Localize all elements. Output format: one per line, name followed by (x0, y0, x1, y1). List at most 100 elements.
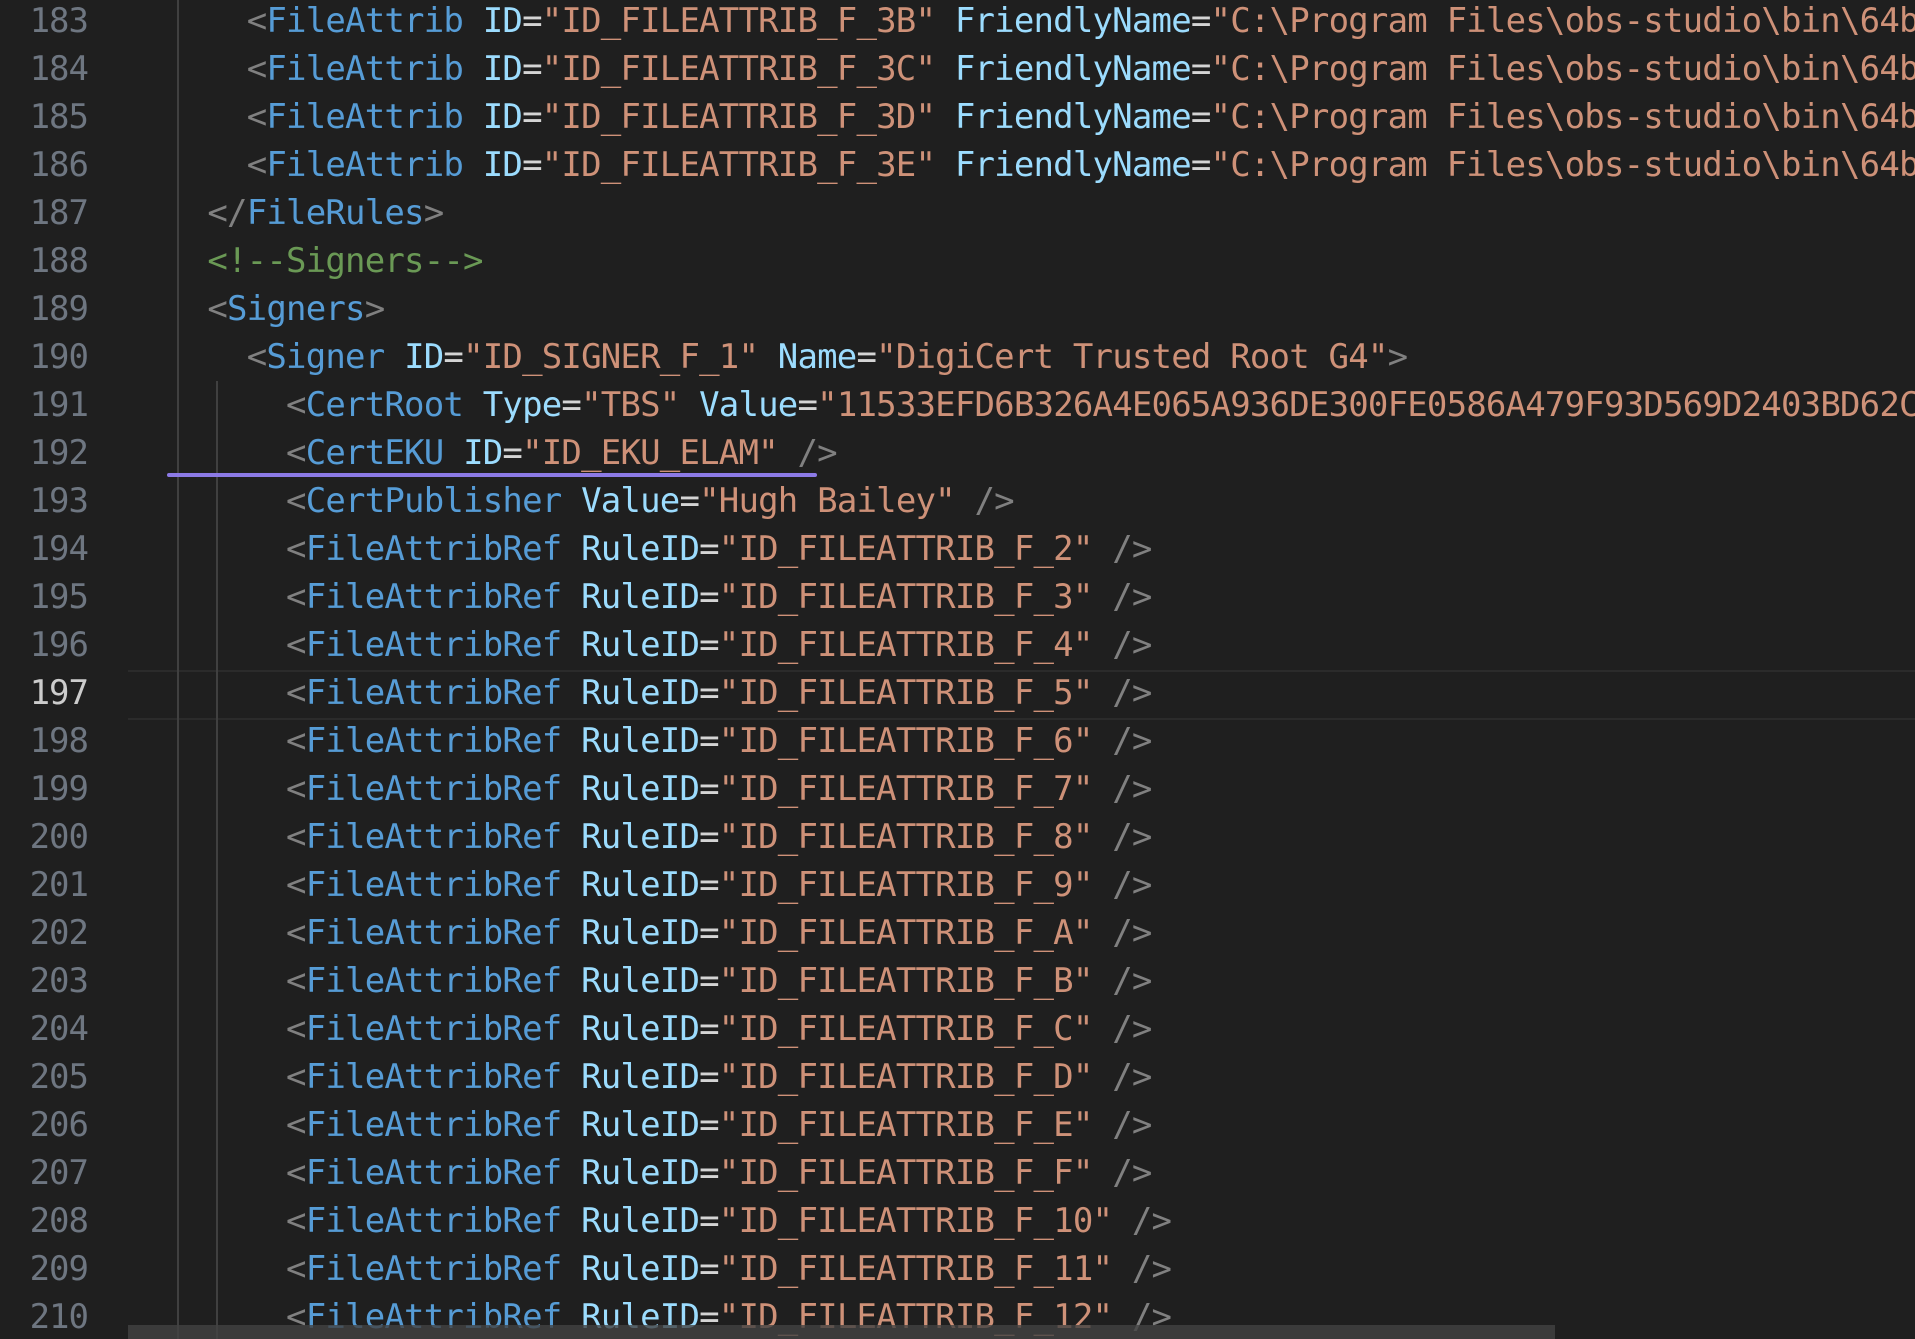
code-punctuation: < (286, 1105, 306, 1145)
code-attribute-name: Name (777, 337, 857, 377)
code-punctuation: < (286, 1009, 306, 1049)
code-punctuation: < (286, 433, 306, 473)
code-line[interactable]: <Signer ID="ID_SIGNER_F_1" Name="DigiCer… (168, 333, 1408, 381)
code-line[interactable]: <FileAttrib ID="ID_FILEATTRIB_F_3E" Frie… (168, 141, 1915, 189)
code-line[interactable]: <FileAttribRef RuleID="ID_FILEATTRIB_F_7… (168, 765, 1152, 813)
code-text-area[interactable]: <FileAttrib ID="ID_FILEATTRIB_F_3B" Frie… (0, 0, 1915, 1339)
code-attribute-name: ID (463, 433, 503, 473)
code-line[interactable]: <CertPublisher Value="Hugh Bailey" /> (168, 477, 1015, 525)
code-line[interactable]: <FileAttribRef RuleID="ID_FILEATTRIB_F_C… (168, 1005, 1152, 1053)
code-attribute-value: "TBS" (581, 385, 680, 425)
code-line[interactable]: <FileAttrib ID="ID_FILEATTRIB_F_3D" Frie… (168, 93, 1915, 141)
code-line[interactable]: <FileAttrib ID="ID_FILEATTRIB_F_3B" Frie… (168, 0, 1915, 45)
code-attribute-value: "ID_FILEATTRIB_F_3C" (541, 49, 936, 89)
code-attribute-value: "ID_FILEATTRIB_F_E" (718, 1105, 1094, 1145)
code-line[interactable]: <FileAttribRef RuleID="ID_FILEATTRIB_F_1… (168, 1245, 1172, 1293)
code-attribute-name: ID (482, 97, 523, 137)
code-attribute-name: RuleID (581, 961, 700, 1001)
code-tag-name: FileAttrib (266, 1, 464, 41)
code-editor[interactable]: 183 184 185 186 187 188 189 190 191 192 193 194 195 1… (0, 0, 1915, 1339)
code-line[interactable]: <FileAttribRef RuleID="ID_FILEATTRIB_F_6… (168, 717, 1152, 765)
code-punctuation: /> (1112, 1105, 1152, 1145)
code-punctuation: < (246, 49, 267, 89)
code-attribute-name: Value (699, 385, 798, 425)
code-attribute-value: "ID_SIGNER_F_1" (463, 337, 759, 377)
code-attribute-name: RuleID (581, 1105, 700, 1145)
code-line[interactable]: </FileRules> (168, 189, 444, 237)
code-attribute-name: RuleID (581, 817, 700, 857)
code-line[interactable]: <FileAttribRef RuleID="ID_FILEATTRIB_F_2… (168, 525, 1152, 573)
code-equals-sign: = (699, 769, 719, 809)
code-tag-name: CertPublisher (305, 481, 563, 521)
code-line[interactable]: <FileAttribRef RuleID="ID_FILEATTRIB_F_8… (168, 813, 1152, 861)
code-tag-name: FileAttribRef (305, 1249, 563, 1289)
code-attribute-value: "ID_FILEATTRIB_F_B" (718, 961, 1094, 1001)
code-line[interactable]: <FileAttribRef RuleID="ID_FILEATTRIB_F_1… (168, 1197, 1172, 1245)
code-tag-name: FileAttribRef (305, 1201, 563, 1241)
code-line[interactable]: <!--Signers--> (168, 237, 483, 285)
code-line[interactable]: <FileAttribRef RuleID="ID_FILEATTRIB_F_F… (168, 1149, 1152, 1197)
code-punctuation: < (286, 1153, 306, 1193)
code-equals-sign: = (699, 865, 719, 905)
code-attribute-value: "ID_FILEATTRIB_F_2" (718, 529, 1094, 569)
code-equals-sign: = (699, 1249, 719, 1289)
code-tag-name: FileAttribRef (305, 913, 563, 953)
code-line[interactable]: <FileAttribRef RuleID="ID_FILEATTRIB_F_B… (168, 957, 1152, 1005)
code-line[interactable]: <FileAttribRef RuleID="ID_FILEATTRIB_F_A… (168, 909, 1152, 957)
code-line[interactable]: <FileAttrib ID="ID_FILEATTRIB_F_3C" Frie… (168, 45, 1915, 93)
code-line[interactable]: <FileAttribRef RuleID="ID_FILEATTRIB_F_4… (168, 621, 1152, 669)
code-line[interactable]: <CertRoot Type="TBS" Value="11533EFD6B32… (168, 381, 1915, 429)
code-comment: <!--Signers--> (207, 241, 483, 281)
code-attribute-value: "ID_FILEATTRIB_F_6" (718, 721, 1094, 761)
code-attribute-value: "C:\Program Files\obs-studio\bin\64bit (1210, 145, 1915, 185)
code-equals-sign: = (679, 481, 700, 521)
code-attribute-value: "ID_FILEATTRIB_F_11" (718, 1249, 1113, 1289)
code-punctuation: > (1387, 337, 1408, 377)
horizontal-scrollbar[interactable] (128, 1325, 1555, 1339)
code-attribute-value: "ID_FILEATTRIB_F_8" (718, 817, 1094, 857)
code-attribute-value: "ID_EKU_ELAM" (522, 433, 779, 473)
code-line[interactable]: <FileAttribRef RuleID="ID_FILEATTRIB_F_E… (168, 1101, 1152, 1149)
indent-guide (177, 0, 180, 1339)
code-line[interactable]: <Signers> (168, 285, 385, 333)
code-attribute-name: RuleID (581, 721, 700, 761)
code-attribute-name: RuleID (581, 625, 700, 665)
code-tag-name: FileAttribRef (305, 961, 563, 1001)
code-punctuation: /> (974, 481, 1015, 521)
code-equals-sign: = (561, 385, 582, 425)
code-line[interactable]: <FileAttribRef RuleID="ID_FILEATTRIB_F_5… (168, 669, 1152, 717)
code-punctuation: < (207, 289, 228, 329)
code-punctuation: < (246, 145, 267, 185)
code-line[interactable]: <FileAttribRef RuleID="ID_FILEATTRIB_F_3… (168, 573, 1152, 621)
code-attribute-value: "ID_FILEATTRIB_F_C" (718, 1009, 1094, 1049)
code-punctuation: < (286, 961, 306, 1001)
code-punctuation: < (246, 97, 267, 137)
code-punctuation: > (423, 193, 444, 233)
code-punctuation: /> (1112, 817, 1152, 857)
code-equals-sign: = (699, 1009, 719, 1049)
code-line[interactable]: <CertEKU ID="ID_EKU_ELAM" /> (168, 429, 838, 477)
code-line[interactable]: <FileAttribRef RuleID="ID_FILEATTRIB_F_D… (168, 1053, 1152, 1101)
code-line[interactable]: <FileAttribRef RuleID="ID_FILEATTRIB_F_9… (168, 861, 1152, 909)
